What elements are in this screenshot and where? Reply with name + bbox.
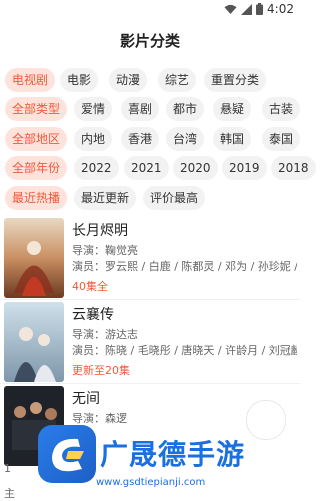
- show-title: 云襄传: [72, 307, 114, 323]
- show-title: 无间: [72, 391, 100, 407]
- poster-image[interactable]: [4, 218, 64, 298]
- chip-region-hongkong[interactable]: 香港: [121, 127, 160, 151]
- chip-sort-rating[interactable]: 评价最高: [143, 186, 206, 210]
- filter-row-region: 全部地区 内地 香港 台湾 韩国 泰国: [0, 127, 301, 153]
- status-bar: 4:02: [0, 0, 300, 20]
- bottom-fragment: 1: [4, 462, 11, 475]
- filter-row-year: 全部年份 2022 2021 2020 2019 2018: [0, 156, 316, 182]
- chip-year-2021[interactable]: 2021: [124, 156, 169, 180]
- watermark-url: www.gsdtiepianji.com: [96, 477, 206, 488]
- show-card[interactable]: 长月烬明 导演：鞠觉亮 演员：罗云熙 / 白鹿 / 陈都灵 / 邓为 / 孙珍妮…: [0, 218, 300, 298]
- chip-sort-hot[interactable]: 最近热播: [5, 186, 68, 210]
- show-director: 导演：游达志: [72, 328, 138, 341]
- chip-region-korea[interactable]: 韩国: [213, 127, 252, 151]
- chip-genre-costume[interactable]: 古装: [262, 97, 301, 121]
- chip-genre-comedy[interactable]: 喜剧: [121, 97, 160, 121]
- chip-genre-all[interactable]: 全部类型: [5, 97, 68, 121]
- status-time: 4:02: [267, 2, 294, 16]
- chip-region-thailand[interactable]: 泰国: [262, 127, 301, 151]
- divider: [0, 383, 300, 384]
- filter-row-sort: 最近热播 最近更新 评价最高: [0, 186, 300, 212]
- show-director: 导演：森逻: [72, 412, 127, 425]
- chip-region-taiwan[interactable]: 台湾: [166, 127, 205, 151]
- chip-sort-updated[interactable]: 最近更新: [74, 186, 137, 210]
- wifi-icon: [224, 4, 237, 14]
- divider: [0, 299, 300, 300]
- show-director: 导演：鞠觉亮: [72, 244, 138, 257]
- chip-genre-urban[interactable]: 都市: [166, 97, 205, 121]
- chip-type-movie[interactable]: 电影: [60, 68, 99, 92]
- chip-year-2022[interactable]: 2022: [74, 156, 119, 180]
- filter-row-genre: 全部类型 爱情 喜剧 都市 悬疑 古装: [0, 97, 301, 123]
- poster-image[interactable]: [4, 302, 64, 382]
- chip-region-all[interactable]: 全部地区: [5, 127, 68, 151]
- signal-icon: [241, 3, 253, 15]
- show-card[interactable]: 云襄传 导演：游达志 演员：陈晓 / 毛晓彤 / 唐晓天 / 许龄月 / 刘冠麟…: [0, 302, 300, 382]
- watermark-logo-icon: [38, 425, 96, 483]
- chip-type-variety[interactable]: 综艺: [158, 68, 197, 92]
- chip-type-anime[interactable]: 动漫: [109, 68, 148, 92]
- battery-icon: [256, 3, 264, 15]
- chip-year-all[interactable]: 全部年份: [5, 156, 68, 180]
- chip-genre-mystery[interactable]: 悬疑: [213, 97, 252, 121]
- show-cast: 演员：陈晓 / 毛晓彤 / 唐晓天 / 许龄月 / 刘冠麟: [72, 344, 297, 357]
- chip-genre-romance[interactable]: 爱情: [74, 97, 113, 121]
- filter-row-type: 电视剧 电影 动漫 综艺 重置分类: [0, 68, 300, 94]
- chip-year-2019[interactable]: 2019: [222, 156, 267, 180]
- chip-region-mainland[interactable]: 内地: [74, 127, 113, 151]
- chip-year-2018[interactable]: 2018: [271, 156, 316, 180]
- bottom-fragments: 1 主: [4, 462, 15, 501]
- show-title: 长月烬明: [72, 223, 128, 239]
- bottom-fragment: 主: [4, 487, 15, 500]
- chip-reset[interactable]: 重置分类: [204, 68, 267, 92]
- show-cast: 演员：罗云熙 / 白鹿 / 陈都灵 / 邓为 / 孙珍妮 /: [72, 260, 297, 273]
- watermark: 广晟德手游 www.gsdtiepianji.com: [38, 425, 300, 495]
- show-status: 40集全: [72, 280, 108, 293]
- status-icons: 4:02: [224, 2, 294, 16]
- chip-type-tv[interactable]: 电视剧: [5, 68, 56, 92]
- watermark-text: 广晟德手游: [100, 438, 246, 471]
- chip-year-2020[interactable]: 2020: [173, 156, 218, 180]
- page-title: 影片分类: [119, 32, 180, 50]
- show-status: 更新至20集: [72, 364, 130, 377]
